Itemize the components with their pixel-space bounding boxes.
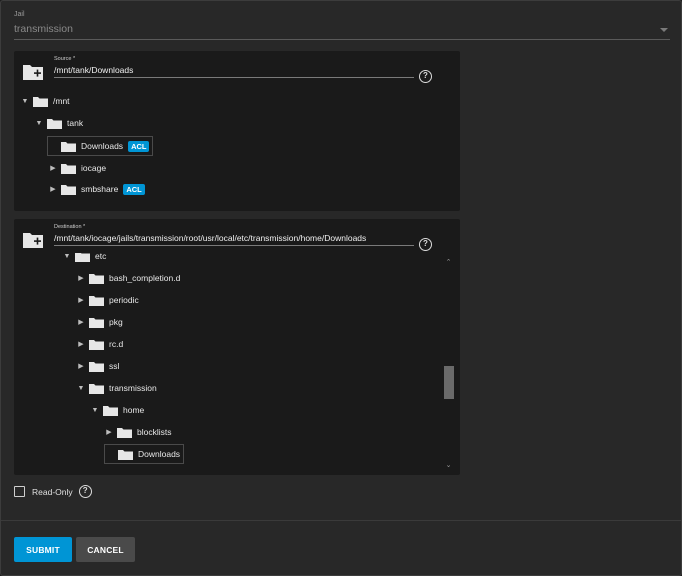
readonly-option[interactable]: Read-Only ? <box>14 485 92 498</box>
folder-icon <box>118 449 133 460</box>
tree-node-ssl[interactable]: ▶ ssl <box>76 357 119 375</box>
folder-icon <box>75 253 90 262</box>
scroll-down-icon[interactable]: ⌄ <box>445 462 452 469</box>
expand-toggle-icon[interactable]: ▼ <box>20 98 30 105</box>
acl-badge: ACL <box>128 140 150 152</box>
tree-node-downloads-selected[interactable]: Downloads <box>104 444 185 464</box>
destination-input[interactable]: /mnt/tank/iocage/jails/transmission/root… <box>54 233 366 243</box>
folder-icon <box>89 383 104 394</box>
tree-node-label: iocage <box>81 163 107 173</box>
expand-toggle-icon[interactable]: ▶ <box>76 296 86 304</box>
destination-panel: Destination * /mnt/tank/iocage/jails/tra… <box>14 219 460 475</box>
tree-node-smbshare[interactable]: ▶ smbshare ACL <box>48 180 145 198</box>
expand-toggle-icon[interactable]: ▶ <box>48 185 58 193</box>
tree-node-label: tank <box>67 118 84 128</box>
tree-node-label: Downloads <box>138 449 181 459</box>
source-label: Source * <box>54 56 76 62</box>
source-panel: Source * /mnt/tank/Downloads ? ▼ /mnt ▼ … <box>14 51 460 211</box>
scroll-thumb[interactable] <box>444 366 454 399</box>
folder-icon <box>89 317 104 328</box>
tree-node-label: bash_completion.d <box>109 273 181 283</box>
tree-node-label: etc <box>95 253 107 261</box>
expand-toggle-icon[interactable]: ▶ <box>76 340 86 348</box>
scroll-up-icon[interactable]: ⌃ <box>445 259 452 266</box>
folder-icon <box>61 163 76 174</box>
expand-toggle-icon[interactable]: ▶ <box>48 164 58 172</box>
jail-select[interactable]: Jail transmission <box>14 11 670 40</box>
expand-toggle-icon[interactable]: ▶ <box>104 428 114 436</box>
destination-help-icon[interactable]: ? <box>419 238 432 251</box>
source-help-icon[interactable]: ? <box>419 70 432 83</box>
expand-toggle-icon[interactable]: ▶ <box>76 318 86 326</box>
tree-node-label: Downloads <box>81 141 124 151</box>
tree-scrollbar[interactable]: ⌃ ⌄ <box>443 259 454 469</box>
folder-icon <box>89 295 104 306</box>
acl-badge: ACL <box>123 183 145 195</box>
tree-node-label: /mnt <box>53 96 70 106</box>
folder-icon <box>61 184 76 195</box>
cancel-button[interactable]: CANCEL <box>76 537 135 562</box>
add-folder-icon[interactable] <box>22 63 44 81</box>
expand-toggle-icon[interactable]: ▼ <box>90 407 100 414</box>
tree-node-periodic[interactable]: ▶ periodic <box>76 291 139 309</box>
folder-icon <box>47 118 62 129</box>
footer-divider <box>1 520 681 521</box>
folder-icon <box>89 273 104 284</box>
folder-icon <box>33 96 48 107</box>
expand-toggle-icon[interactable]: ▶ <box>76 274 86 282</box>
folder-icon <box>61 141 76 152</box>
tree-node-rc-d[interactable]: ▶ rc.d <box>76 335 123 353</box>
tree-node-label: ssl <box>109 361 120 371</box>
tree-node-label: transmission <box>109 383 157 393</box>
jail-mount-dialog: Jail transmission Source * /mnt/tank/Dow… <box>0 0 682 576</box>
destination-field[interactable]: Destination * /mnt/tank/iocage/jails/tra… <box>54 224 414 246</box>
tree-node-pkg[interactable]: ▶ pkg <box>76 313 123 331</box>
tree-node-label: home <box>123 405 145 415</box>
submit-button[interactable]: SUBMIT <box>14 537 72 562</box>
readonly-help-icon[interactable]: ? <box>78 485 92 498</box>
readonly-label: Read-Only <box>32 486 73 497</box>
tree-node-mnt[interactable]: ▼ /mnt <box>20 92 70 110</box>
folder-icon <box>103 405 118 416</box>
destination-tree: ▼ etc ▶ bash_completion.d ▶ periodic ▶ p… <box>14 253 439 475</box>
tree-node-label: periodic <box>109 295 139 305</box>
expand-toggle-icon[interactable]: ▼ <box>34 120 44 127</box>
jail-value: transmission <box>14 23 73 35</box>
tree-node-label: smbshare <box>81 184 119 194</box>
source-underline <box>54 77 414 78</box>
tree-node-home[interactable]: ▼ home <box>90 401 144 419</box>
add-folder-icon[interactable] <box>22 231 44 249</box>
tree-node-downloads-selected[interactable]: Downloads ACL <box>47 136 154 156</box>
tree-node-iocage[interactable]: ▶ iocage <box>48 159 106 177</box>
destination-label: Destination * <box>54 224 86 230</box>
folder-icon <box>89 361 104 372</box>
tree-node-label: pkg <box>109 317 123 327</box>
jail-underline <box>14 39 670 40</box>
expand-toggle-icon[interactable]: ▼ <box>62 253 72 260</box>
expand-toggle-icon[interactable]: ▶ <box>76 362 86 370</box>
source-input[interactable]: /mnt/tank/Downloads <box>54 65 133 75</box>
tree-node-transmission[interactable]: ▼ transmission <box>76 379 157 397</box>
tree-node-label: blocklists <box>137 427 172 437</box>
folder-icon <box>89 339 104 350</box>
tree-node-bash-completion[interactable]: ▶ bash_completion.d <box>76 269 180 287</box>
jail-label: Jail <box>14 11 25 18</box>
dropdown-arrow-icon[interactable] <box>660 28 668 32</box>
source-field[interactable]: Source * /mnt/tank/Downloads <box>54 56 414 78</box>
destination-underline <box>54 245 414 246</box>
tree-node-blocklists[interactable]: ▶ blocklists <box>104 423 171 441</box>
tree-node-tank[interactable]: ▼ tank <box>34 114 83 132</box>
tree-node-label: rc.d <box>109 339 124 349</box>
tree-node-etc[interactable]: ▼ etc <box>62 253 106 265</box>
folder-icon <box>117 427 132 438</box>
expand-toggle-icon[interactable]: ▼ <box>76 385 86 392</box>
readonly-checkbox[interactable] <box>14 486 25 497</box>
